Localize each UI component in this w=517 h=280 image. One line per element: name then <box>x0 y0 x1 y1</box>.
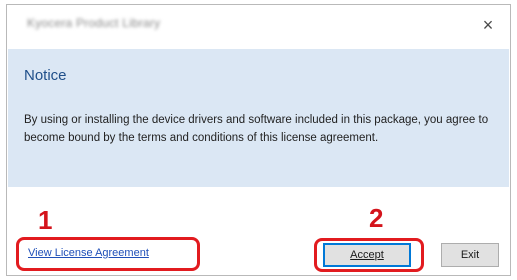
title-bar: Kyocera Product Library × <box>7 5 510 49</box>
screenshot-stage: Kyocera Product Library × Notice By usin… <box>0 0 517 280</box>
close-icon[interactable]: × <box>476 13 500 37</box>
view-license-agreement-link[interactable]: View License Agreement <box>28 247 149 259</box>
notice-panel: Notice By using or installing the device… <box>8 49 509 187</box>
notice-heading: Notice <box>24 67 67 84</box>
notice-body-text: By using or installing the device driver… <box>24 114 489 144</box>
window-title: Kyocera Product Library <box>27 16 161 30</box>
accept-button[interactable]: Accept <box>323 243 411 267</box>
exit-button[interactable]: Exit <box>441 243 499 267</box>
license-dialog: Kyocera Product Library × Notice By usin… <box>6 4 511 276</box>
step-number-2: 2 <box>369 203 384 233</box>
step-number-1: 1 <box>38 205 53 235</box>
accept-button-label: Accept <box>350 249 384 261</box>
dialog-footer: 1 2 View License Agreement Accept Exit <box>8 187 509 275</box>
